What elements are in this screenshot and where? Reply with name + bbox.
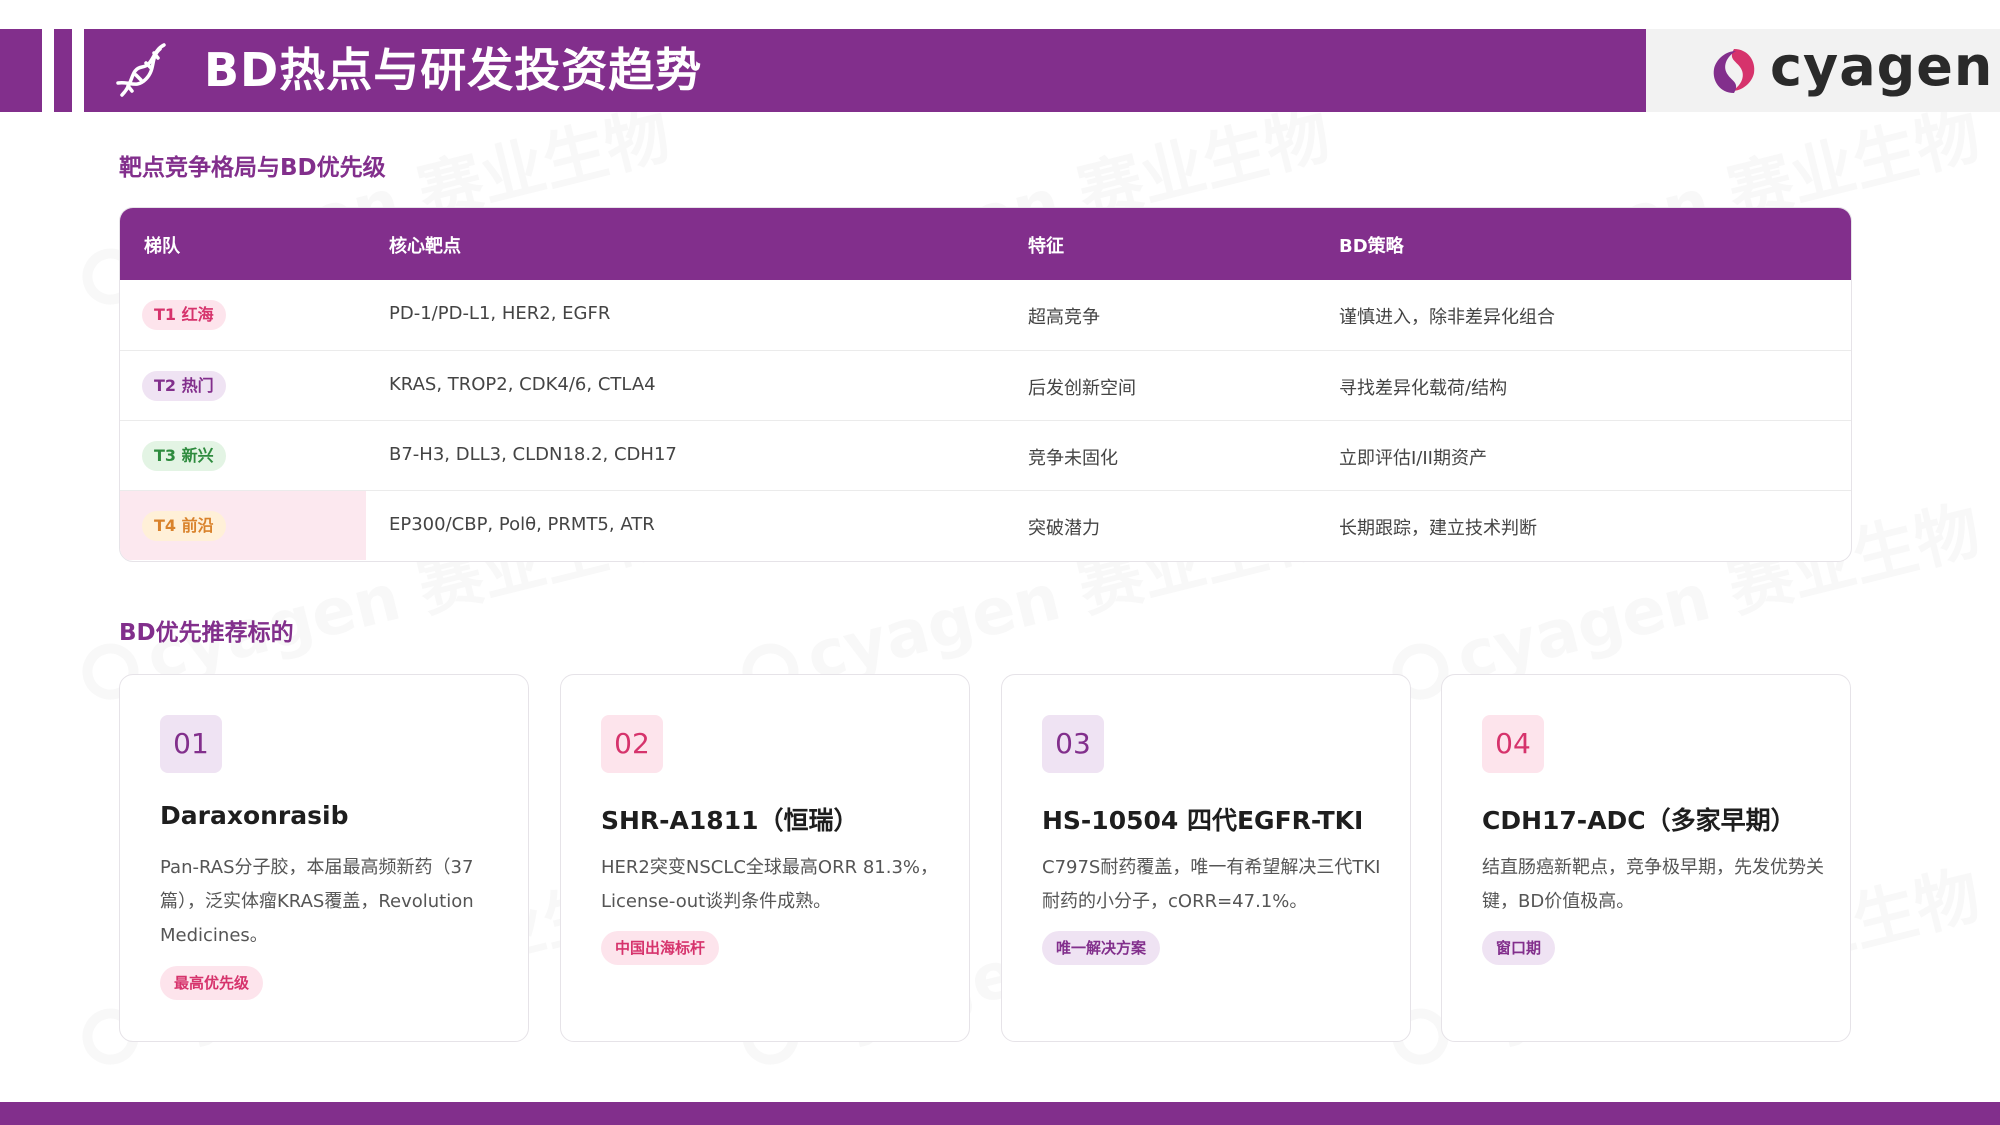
header-accent [0,29,42,112]
card-tag: 唯一解决方案 [1042,931,1161,965]
header-stripe [72,29,84,112]
feature-cell: 后发创新空间 [1028,378,1136,399]
header-stripe [42,29,54,112]
card-tag: 中国出海标杆 [601,931,720,965]
table-row: T1 红海 PD-1/PD-L1, HER2, EGFR 超高竞争 谨慎进入，除… [120,280,1851,350]
footer-bar [0,1102,2000,1125]
targets-cell: B7-H3, DLL3, CLDN18.2, CDH17 [389,444,677,465]
targets-cell: PD-1/PD-L1, HER2, EGFR [389,303,611,324]
card-number: 04 [1482,715,1544,773]
targets-cell: EP300/CBP, Polθ, PRMT5, ATR [389,514,655,535]
strategy-cell: 立即评估I/II期资产 [1339,448,1487,469]
targets-cell: KRAS, TROP2, CDK4/6, CTLA4 [389,374,656,395]
logo-area: cyagen [1646,29,2000,112]
feature-cell: 竞争未固化 [1028,448,1118,469]
tier-badge: T2 热门 [142,371,226,401]
card-title: Daraxonrasib [160,801,349,830]
strategy-cell: 寻找差异化载荷/结构 [1339,378,1508,399]
feature-cell: 超高竞争 [1028,307,1100,328]
feature-cell: 突破潜力 [1028,518,1100,539]
card-tag: 窗口期 [1482,931,1556,965]
column-header-feature: 特征 [1028,236,1064,257]
logo-text: cyagen [1770,35,1994,98]
column-header-targets: 核心靶点 [389,236,461,257]
card-description: HER2突变NSCLC全球最高ORR 81.3%，License-out谈判条件… [601,857,939,912]
card-title: SHR-A1811（恒瑞） [601,806,859,835]
dna-icon [116,43,166,97]
section-title-targets: 靶点竞争格局与BD优先级 [119,155,386,181]
column-header-tier: 梯队 [144,236,180,257]
column-header-strategy: BD策略 [1339,236,1404,257]
target-table: 梯队 核心靶点 特征 BD策略 T1 红海 PD-1/PD-L1, HER2, … [119,207,1852,562]
card-number: 01 [160,715,222,773]
card-number: 03 [1042,715,1104,773]
page-title: BD热点与研发投资趋势 [204,43,703,97]
recommendation-card: 03 HS-10504 四代EGFR-TKI C797S耐药覆盖，唯一有希望解决… [1001,674,1411,1042]
table-row: T2 热门 KRAS, TROP2, CDK4/6, CTLA4 后发创新空间 … [120,350,1851,420]
card-number: 02 [601,715,663,773]
strategy-cell: 长期跟踪，建立技术判断 [1339,518,1537,539]
tier-badge: T4 前沿 [142,511,226,541]
tier-badge: T3 新兴 [142,441,226,471]
cyagen-logo-mark [1713,49,1755,93]
recommendation-card: 01 Daraxonrasib Pan-RAS分子胶，本届最高频新药（37篇），… [119,674,529,1042]
card-description: C797S耐药覆盖，唯一有希望解决三代TKI耐药的小分子，cORR=47.1%。 [1042,857,1381,912]
card-description: Pan-RAS分子胶，本届最高频新药（37篇），泛实体瘤KRAS覆盖，Revol… [160,857,474,946]
table-row: T4 前沿 EP300/CBP, Polθ, PRMT5, ATR 突破潜力 长… [120,490,1851,560]
card-tag: 最高优先级 [160,966,264,1000]
table-header: 梯队 核心靶点 特征 BD策略 [120,208,1851,280]
card-title: HS-10504 四代EGFR-TKI [1042,806,1364,835]
table-row: T3 新兴 B7-H3, DLL3, CLDN18.2, CDH17 竞争未固化… [120,420,1851,490]
tier-badge: T1 红海 [142,300,226,330]
card-description: 结直肠癌新靶点，竞争极早期，先发优势关键，BD价值极高。 [1482,857,1824,912]
header-bar: BD热点与研发投资趋势 [0,29,1646,112]
recommendation-card: 02 SHR-A1811（恒瑞） HER2突变NSCLC全球最高ORR 81.3… [560,674,970,1042]
card-title: CDH17-ADC（多家早期） [1482,806,1796,835]
strategy-cell: 谨慎进入，除非差异化组合 [1339,307,1555,328]
recommendation-card: 04 CDH17-ADC（多家早期） 结直肠癌新靶点，竞争极早期，先发优势关键，… [1441,674,1851,1042]
section-title-recommendations: BD优先推荐标的 [119,620,294,646]
